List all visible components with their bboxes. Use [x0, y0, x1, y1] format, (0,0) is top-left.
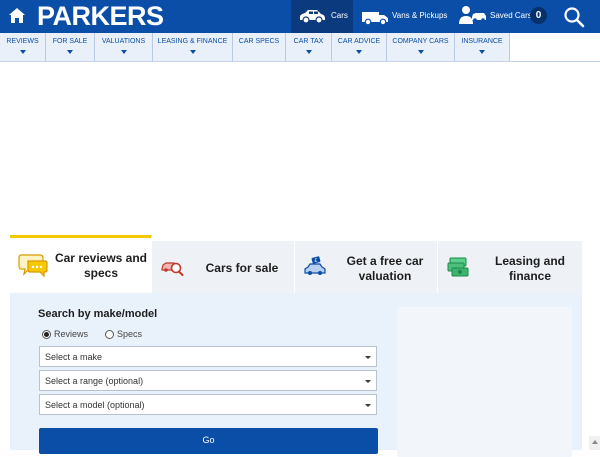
subnav-valuations-label: VALUATIONS — [101, 38, 146, 45]
subnav-company-cars-label: COMPANY CARS — [392, 38, 449, 45]
select-range-value: Select a range (optional) — [45, 376, 144, 386]
scroll-up-icon[interactable] — [592, 440, 598, 444]
subnav-leasing-finance-label: LEASING & FINANCE — [157, 38, 228, 45]
subnav-insurance-label: INSURANCE — [461, 38, 503, 45]
tab-leasing-finance-line1: Leasing and — [494, 254, 565, 268]
subnav-company-cars[interactable]: COMPANY CARS — [387, 33, 455, 61]
tab-leasing-finance-line2: finance — [508, 269, 551, 283]
tab-car-reviews-line2: specs — [83, 266, 119, 280]
chevron-down-icon — [417, 50, 424, 54]
subnav-for-sale[interactable]: FOR SALE — [46, 33, 95, 61]
saved-cars[interactable]: Saved Cars 0 — [456, 0, 556, 33]
select-model[interactable]: Select a model (optional) — [39, 394, 377, 415]
saved-car-icon — [458, 4, 488, 33]
ad-placeholder — [397, 307, 572, 457]
subnav-car-specs-label: CAR SPECS — [238, 38, 280, 45]
dropdown-arrow-icon — [365, 404, 371, 407]
dropdown-arrow-icon — [365, 356, 371, 359]
go-button[interactable]: Go — [39, 428, 378, 454]
chevron-down-icon — [305, 50, 312, 54]
nav-cars-label: Cars — [331, 11, 348, 20]
subnav-filler — [510, 33, 600, 61]
tab-car-reviews[interactable]: Car reviews and specs — [10, 235, 152, 293]
subnav-leasing-finance[interactable]: LEASING & FINANCE — [153, 33, 233, 61]
select-model-value: Select a model (optional) — [45, 400, 145, 410]
saved-cars-label: Saved Cars — [490, 11, 532, 20]
van-icon — [360, 8, 390, 31]
dropdown-arrow-icon — [365, 380, 371, 383]
subnav-for-sale-label: FOR SALE — [52, 38, 88, 45]
radio-specs-label: Specs — [117, 329, 143, 339]
select-make[interactable]: Select a make — [39, 346, 377, 367]
subnav-insurance[interactable]: INSURANCE — [455, 33, 510, 61]
subnav-car-advice-label: CAR ADVICE — [337, 38, 381, 45]
chevron-down-icon — [120, 50, 127, 54]
search-icon — [564, 7, 585, 28]
tab-car-reviews-line1: Car reviews and — [54, 251, 148, 265]
nav-cars[interactable]: Cars — [291, 0, 353, 33]
radio-specs-indicator[interactable] — [105, 330, 114, 339]
nav-vans-pickups[interactable]: Vans & Pickups — [358, 0, 448, 33]
tab-free-valuation-line1: Get a free car — [346, 254, 424, 268]
go-button-label: Go — [202, 435, 215, 445]
radio-reviews-label: Reviews — [54, 329, 89, 339]
subnav-car-specs[interactable]: CAR SPECS — [233, 33, 286, 61]
cash-icon — [446, 256, 470, 283]
subnav-car-tax-label: CAR TAX — [293, 38, 324, 45]
chevron-down-icon — [67, 50, 73, 54]
chevron-down-icon — [19, 50, 26, 54]
tab-free-valuation[interactable]: £ Get a free car valuation — [295, 241, 438, 293]
chevron-down-icon — [479, 50, 485, 54]
search-button[interactable] — [558, 0, 590, 33]
tab-free-valuation-line2: valuation — [358, 269, 412, 283]
secondary-nav: REVIEWS FOR SALE VALUATIONS LEASING & FI… — [0, 33, 600, 62]
tab-leasing-finance[interactable]: Leasing and finance — [438, 241, 582, 293]
car-icon — [297, 7, 327, 30]
select-make-value: Select a make — [45, 352, 103, 362]
search-panel: Search by make/model Reviews Specs Selec… — [10, 293, 582, 457]
subnav-car-tax[interactable]: CAR TAX — [286, 33, 332, 61]
home-icon[interactable] — [8, 6, 26, 26]
subnav-reviews-label: REVIEWS — [6, 38, 39, 45]
radio-reviews-indicator[interactable] — [42, 330, 51, 339]
select-range[interactable]: Select a range (optional) — [39, 370, 377, 391]
car-price-tag-icon: £ — [303, 256, 327, 283]
nav-vans-label: Vans & Pickups — [392, 11, 448, 20]
parkers-logo[interactable]: PARKERS — [37, 1, 164, 32]
chevron-down-icon — [189, 50, 196, 54]
subnav-car-advice[interactable]: CAR ADVICE — [332, 33, 387, 61]
top-bar: PARKERS Cars Vans & Pickups Saved Cars 0 — [0, 0, 600, 33]
speech-bubble-icon — [18, 252, 48, 283]
scrollbar[interactable] — [589, 436, 600, 450]
subnav-valuations[interactable]: VALUATIONS — [95, 33, 153, 61]
subnav-reviews[interactable]: REVIEWS — [0, 33, 46, 61]
tab-cars-for-sale-label: Cars for sale — [205, 261, 279, 275]
svg-text:£: £ — [315, 258, 318, 264]
car-search-icon — [160, 257, 184, 282]
chevron-down-icon — [356, 50, 362, 54]
saved-count-badge: 0 — [530, 7, 547, 24]
search-tabs: Car reviews and specs Cars for sale £ Ge… — [10, 235, 582, 293]
tab-cars-for-sale[interactable]: Cars for sale — [152, 241, 295, 293]
search-title: Search by make/model — [38, 308, 158, 320]
